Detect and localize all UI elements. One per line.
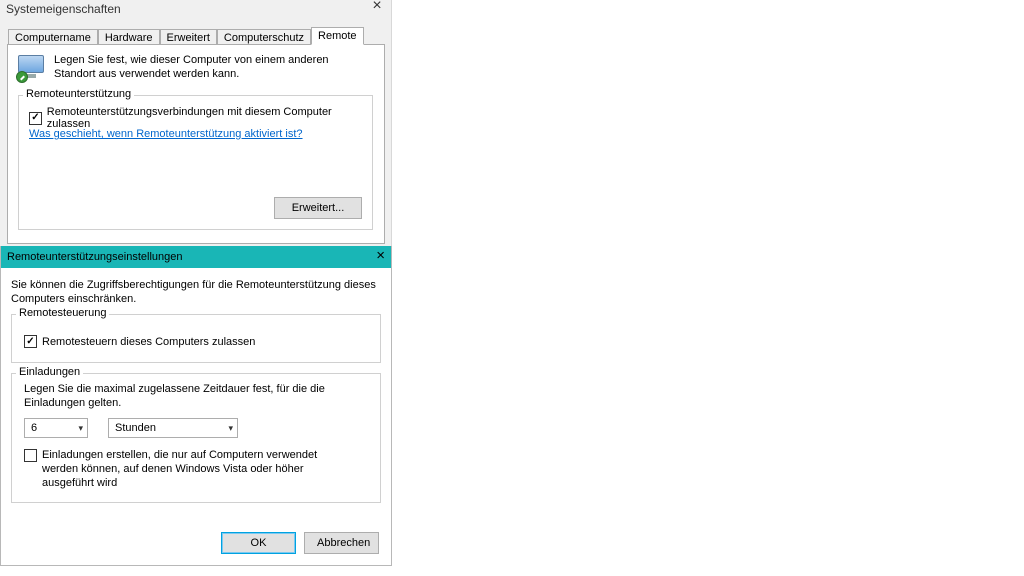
- group-legend: Remotesteuerung: [16, 307, 109, 319]
- remote-assistance-help-link[interactable]: Was geschieht, wenn Remoteunterstützung …: [29, 128, 303, 140]
- allow-remote-assistance-row[interactable]: ✓ Remoteunterstützungsverbindungen mit d…: [29, 106, 372, 130]
- system-properties-window: Systemeigenschaften × Computername Hardw…: [0, 0, 392, 246]
- invitations-description: Legen Sie die maximal zugelassene Zeitda…: [24, 382, 368, 410]
- allow-remote-assistance-checkbox[interactable]: ✓: [29, 112, 42, 125]
- tabs: Computername Hardware Erweitert Computer…: [8, 25, 364, 45]
- window2-titlebar: Remoteunterstützungseinstellungen ×: [1, 246, 391, 268]
- ok-button[interactable]: OK: [221, 532, 296, 554]
- invitations-group: Einladungen Legen Sie die maximal zugela…: [11, 373, 381, 503]
- window2-description: Sie können die Zugriffsberechtigungen fü…: [11, 278, 381, 306]
- allow-remote-assistance-label: Remoteunterstützungsverbindungen mit die…: [47, 106, 372, 130]
- duration-unit-select[interactable]: Stunden ▾: [108, 418, 238, 438]
- group-legend: Remoteunterstützung: [23, 88, 134, 100]
- advanced-button[interactable]: Erweitert...: [274, 197, 362, 219]
- allow-remote-control-checkbox[interactable]: ✓: [24, 335, 37, 348]
- allow-remote-control-row[interactable]: ✓ Remotesteuern dieses Computers zulasse…: [24, 335, 368, 348]
- vista-only-label: Einladungen erstellen, die nur auf Compu…: [42, 448, 352, 490]
- dialog-button-row: OK Abbrechen: [221, 532, 379, 554]
- close-icon[interactable]: ×: [376, 247, 385, 264]
- remote-assistance-group: Remoteunterstützung ✓ Remoteunterstützun…: [18, 95, 373, 230]
- remote-description: Legen Sie fest, wie dieser Computer von …: [54, 53, 354, 81]
- cancel-button[interactable]: Abbrechen: [304, 532, 379, 554]
- allow-remote-control-label: Remotesteuern dieses Computers zulassen: [42, 336, 255, 348]
- remote-assistance-settings-window: Remoteunterstützungseinstellungen × Sie …: [0, 246, 392, 566]
- chevron-down-icon: ▾: [228, 423, 233, 434]
- tab-body-remote: Legen Sie fest, wie dieser Computer von …: [7, 44, 385, 244]
- duration-amount-select[interactable]: 6 ▾: [24, 418, 88, 438]
- duration-amount-value: 6: [31, 422, 37, 434]
- window2-title: Remoteunterstützungseinstellungen: [7, 251, 183, 263]
- chevron-down-icon: ▾: [78, 423, 83, 434]
- tab-remote[interactable]: Remote: [311, 27, 364, 45]
- duration-row: 6 ▾ Stunden ▾: [24, 418, 368, 438]
- close-icon[interactable]: ×: [367, 0, 387, 16]
- remote-description-row: Legen Sie fest, wie dieser Computer von …: [16, 53, 354, 85]
- window-title: Systemeigenschaften: [6, 2, 121, 16]
- window2-body: Sie können die Zugriffsberechtigungen fü…: [1, 268, 391, 564]
- vista-only-row[interactable]: Einladungen erstellen, die nur auf Compu…: [24, 448, 368, 490]
- remote-computer-icon: [16, 53, 48, 85]
- duration-unit-value: Stunden: [115, 422, 156, 434]
- remote-control-group: Remotesteuerung ✓ Remotesteuern dieses C…: [11, 314, 381, 363]
- group-legend: Einladungen: [16, 366, 83, 378]
- vista-only-checkbox[interactable]: [24, 449, 37, 462]
